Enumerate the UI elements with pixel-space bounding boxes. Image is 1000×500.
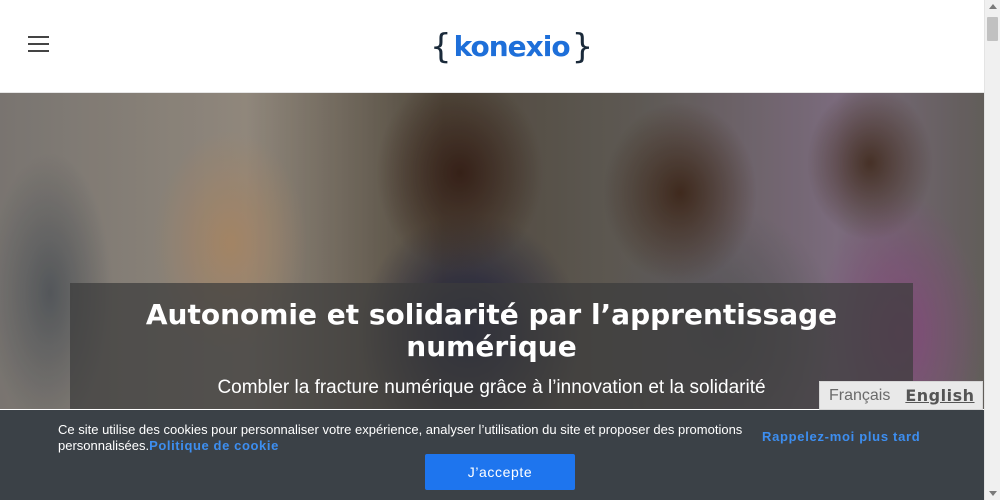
- hero-subtitle: Combler la fracture numérique grâce à l’…: [217, 377, 766, 398]
- hamburger-menu-icon[interactable]: [28, 36, 50, 54]
- logo-brace-close: }: [571, 27, 594, 67]
- vertical-scrollbar[interactable]: [984, 0, 1000, 500]
- menu-bar: [28, 36, 49, 38]
- hero-title: Autonomie et solidarité par l’apprentiss…: [145, 298, 838, 363]
- remind-later-link[interactable]: Rappelez-moi plus tard: [762, 429, 920, 444]
- page: { konexio } Autonomie et solidarité par …: [0, 0, 1000, 500]
- scroll-down-arrow-icon[interactable]: [989, 491, 997, 496]
- scrollbar-thumb[interactable]: [987, 17, 998, 41]
- cookie-banner: Ce site utilise des cookies pour personn…: [0, 410, 984, 500]
- scroll-up-arrow-icon[interactable]: [989, 4, 997, 9]
- cookie-message: Ce site utilise des cookies pour personn…: [58, 422, 758, 454]
- site-header: { konexio }: [0, 0, 984, 93]
- cookie-policy-link[interactable]: Politique de cookie: [149, 438, 279, 453]
- logo-wordmark: konexio: [453, 30, 571, 63]
- accept-cookies-button[interactable]: J’accepte: [425, 454, 575, 490]
- language-french-link[interactable]: Français: [829, 387, 890, 405]
- hero-banner: Autonomie et solidarité par l’apprentiss…: [0, 93, 984, 409]
- menu-bar: [28, 50, 49, 52]
- logo-brace-open: {: [430, 27, 452, 67]
- language-switcher: Français English: [819, 381, 983, 410]
- konexio-logo[interactable]: { konexio }: [430, 28, 593, 66]
- language-english-link[interactable]: English: [905, 386, 974, 405]
- menu-bar: [28, 43, 49, 45]
- hero-caption-box: Autonomie et solidarité par l’apprentiss…: [70, 283, 913, 409]
